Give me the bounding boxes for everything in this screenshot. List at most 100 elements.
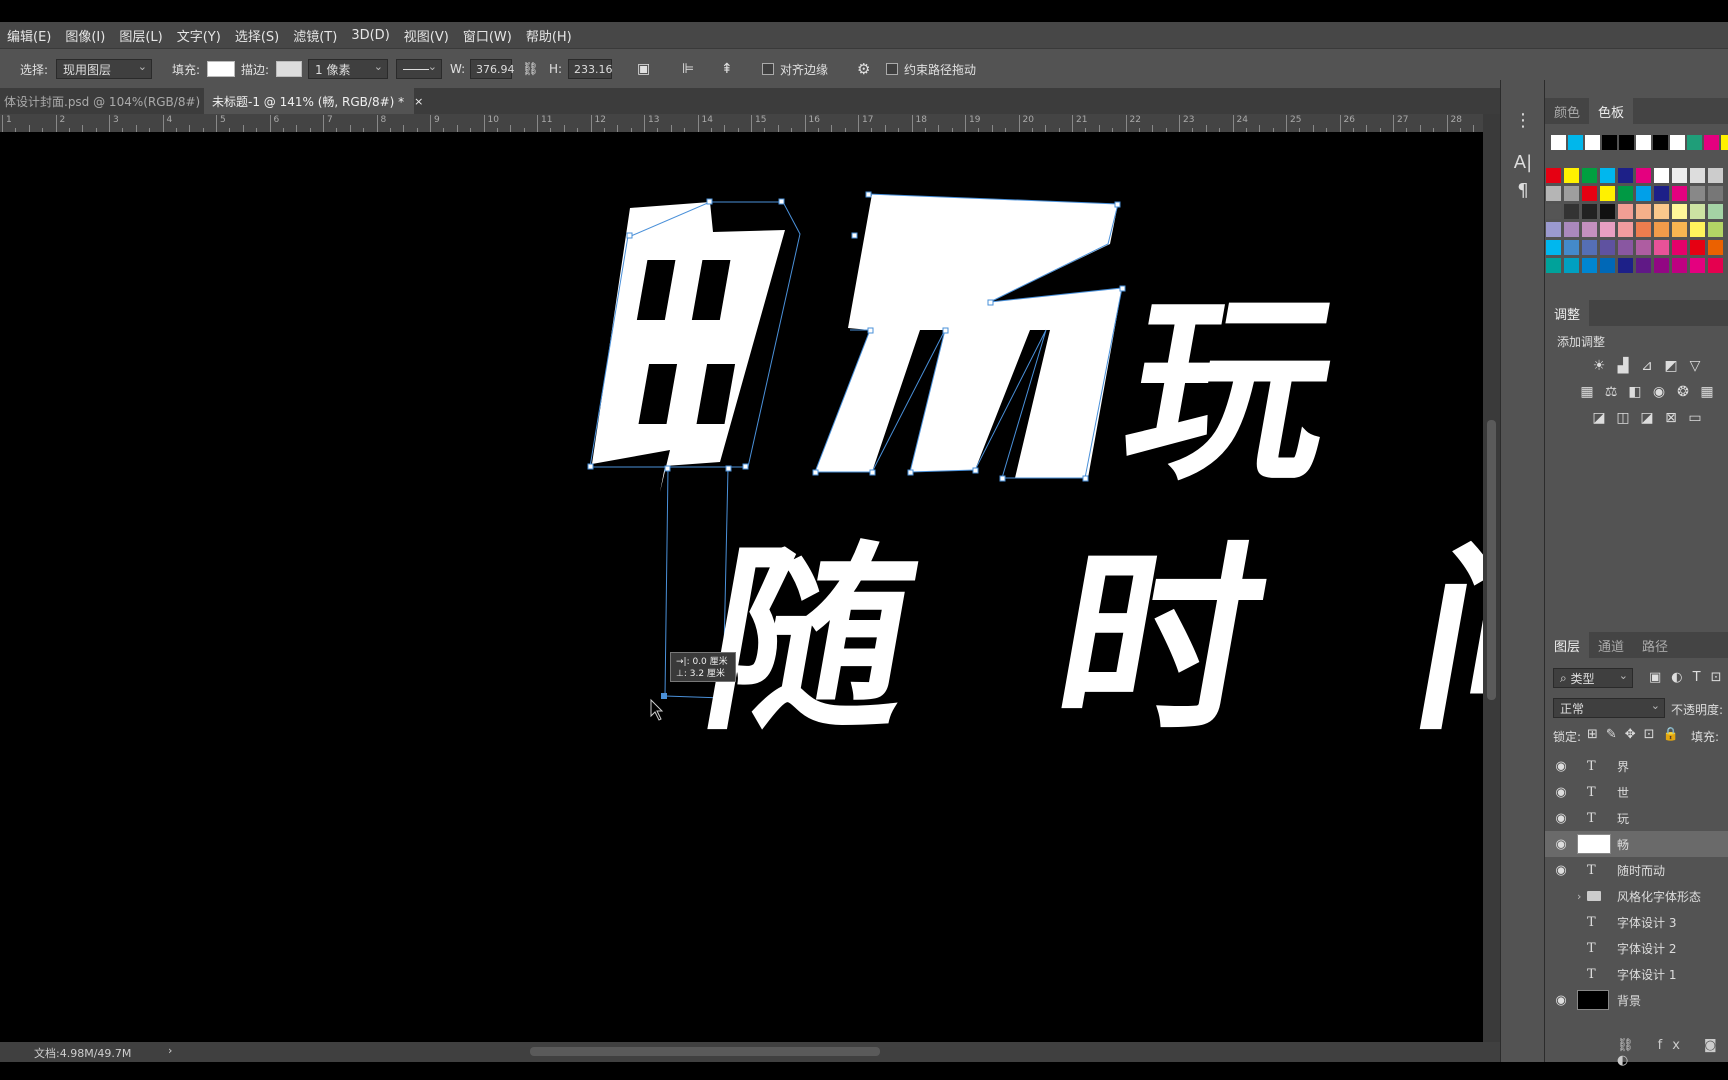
swatch[interactable] [1602,135,1617,150]
eye-icon[interactable]: ◉ [1553,863,1569,878]
layer-row[interactable]: ◉ T 世 [1545,779,1728,805]
swatch[interactable] [1672,240,1687,255]
swatch[interactable] [1564,240,1579,255]
tab-color[interactable]: 颜色 [1545,98,1589,124]
path-operations-icon[interactable]: ▣ [637,49,650,89]
fill-swatch[interactable] [207,61,235,77]
link-icon[interactable]: ⛓ [522,49,539,89]
swatch[interactable] [1546,204,1561,219]
vertical-scroll-thumb[interactable] [1487,420,1496,700]
swatch[interactable] [1618,168,1633,183]
swatch[interactable] [1636,204,1651,219]
swatch[interactable] [1636,186,1651,201]
swatch[interactable] [1654,222,1669,237]
layer-row[interactable]: ◉ T 字体设计 1 [1545,961,1728,987]
swatch[interactable] [1690,186,1705,201]
threshold-icon[interactable]: ◪ [1639,410,1655,426]
swatch[interactable] [1564,222,1579,237]
width-input[interactable]: 376.94 [470,59,515,79]
eye-icon[interactable]: ◉ [1553,889,1569,904]
select-dropdown[interactable]: 现用图层 [56,59,152,79]
history-icon[interactable]: ⋮ [1513,110,1533,131]
bw-icon[interactable]: ◧ [1627,384,1643,400]
swatch[interactable] [1654,186,1669,201]
photo-filter-icon[interactable]: ◉ [1651,384,1667,400]
swatch[interactable] [1687,135,1702,150]
stroke-width-dropdown[interactable]: 1 像素 [308,59,388,79]
lock-icons[interactable]: ⊞✎✥⊡🔒 [1587,727,1687,742]
tab-paths[interactable]: 路径 [1633,632,1677,658]
menu-view[interactable]: 视图(V) [397,26,456,45]
align-edges-checkbox[interactable] [762,63,774,75]
swatch[interactable] [1618,186,1633,201]
swatch[interactable] [1600,204,1615,219]
swatch[interactable] [1690,204,1705,219]
tab-adjustments[interactable]: 调整 [1545,300,1590,326]
posterize-icon[interactable]: ◫ [1615,410,1631,426]
swatch[interactable] [1672,222,1687,237]
swatch[interactable] [1600,240,1615,255]
swatch[interactable] [1582,258,1597,273]
layer-row[interactable]: ◉ 畅 [1545,831,1728,857]
swatch[interactable] [1721,135,1728,150]
constrain-path-checkbox[interactable] [886,63,898,75]
layer-row[interactable]: ◉ T 玩 [1545,805,1728,831]
eye-icon[interactable]: ◉ [1553,785,1569,800]
swatch[interactable] [1582,186,1597,201]
menu-layer[interactable]: 图层(L) [112,26,169,45]
layer-row[interactable]: ◉ T 界 [1545,753,1728,779]
layer-row[interactable]: ◉ T 字体设计 2 [1545,935,1728,961]
swatch[interactable] [1636,135,1651,150]
swatch[interactable] [1670,135,1685,150]
swatch[interactable] [1600,168,1615,183]
eye-icon[interactable]: ◉ [1553,759,1569,774]
swatch[interactable] [1654,240,1669,255]
tab-channels[interactable]: 通道 [1589,632,1633,658]
swatch[interactable] [1582,240,1597,255]
swatch[interactable] [1653,135,1668,150]
swatch[interactable] [1546,168,1561,183]
swatch[interactable] [1636,222,1651,237]
tab-swatches[interactable]: 色板 [1589,98,1634,124]
swatch[interactable] [1546,186,1561,201]
lookup-icon[interactable]: ▦ [1699,384,1715,400]
stroke-style-dropdown[interactable] [396,59,442,79]
gradient-map-icon[interactable]: ▭ [1687,410,1703,426]
eye-icon[interactable]: ◉ [1553,993,1569,1008]
horizontal-scroll-thumb[interactable] [530,1047,880,1056]
invert-icon[interactable]: ◪ [1591,410,1607,426]
layer-row[interactable]: ◉ 背景 [1545,987,1728,1013]
swatch[interactable] [1708,168,1723,183]
filter-icons[interactable]: ▣◐T⊡ [1649,670,1728,685]
path-arrangement-icon[interactable]: ⇞ [721,49,733,89]
layer-footer-icons[interactable]: ⛓ fx ◙ ◐ [1617,1038,1728,1068]
swatch[interactable] [1600,222,1615,237]
eye-icon[interactable]: ◉ [1553,837,1569,852]
eye-icon[interactable]: ◉ [1553,941,1569,956]
channel-mixer-icon[interactable]: ❂ [1675,384,1691,400]
layer-row[interactable]: ◉ T 字体设计 3 [1545,909,1728,935]
swatch[interactable] [1582,222,1597,237]
exposure-icon[interactable]: ◩ [1663,358,1679,374]
swatch[interactable] [1672,204,1687,219]
swatch[interactable] [1654,168,1669,183]
swatch[interactable] [1568,135,1583,150]
menu-image[interactable]: 图像(I) [58,26,112,45]
swatch[interactable] [1672,258,1687,273]
path-alignment-icon[interactable]: ⊫ [682,49,694,89]
vibrance-icon[interactable]: ▽ [1687,358,1703,374]
layer-filter-dropdown[interactable]: ⌕ 类型 [1553,668,1633,688]
swatch[interactable] [1582,204,1597,219]
gear-icon[interactable]: ⚙ [857,49,870,89]
menu-window[interactable]: 窗口(W) [456,26,519,45]
eye-icon[interactable]: ◉ [1553,967,1569,982]
swatch[interactable] [1704,135,1719,150]
close-icon[interactable]: × [414,95,423,108]
hue-icon[interactable]: ▦ [1579,384,1595,400]
menu-help[interactable]: 帮助(H) [519,26,579,45]
swatch[interactable] [1618,240,1633,255]
height-input[interactable]: 233.16 [568,59,613,79]
swatch[interactable] [1690,258,1705,273]
swatch[interactable] [1619,135,1634,150]
swatch[interactable] [1618,258,1633,273]
